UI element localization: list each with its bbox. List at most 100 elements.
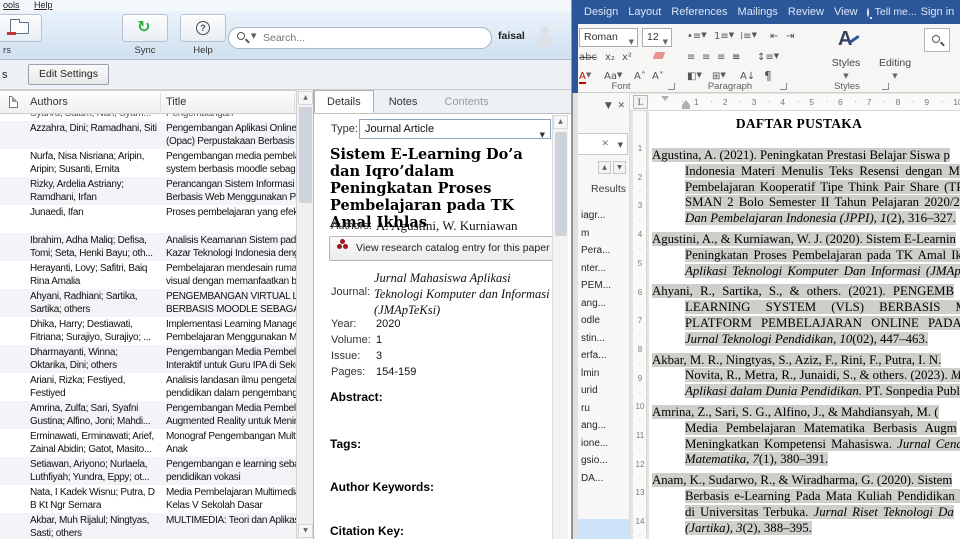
dialog-launcher-icon[interactable] xyxy=(780,83,787,90)
search-input[interactable] xyxy=(263,30,463,46)
ribbon-tab-mailings[interactable]: Mailings xyxy=(733,6,783,18)
reference-list-row[interactable]: Dharmayanti, Winna; Oktarika, Dini; other… xyxy=(0,345,296,373)
reference-list-row[interactable]: Syahru, Salam; Nan, Syam... Pengembangan xyxy=(0,114,296,121)
align-right-icon[interactable]: ≡ xyxy=(717,52,725,63)
sign-in-button[interactable]: Sign in xyxy=(921,6,955,18)
multilevel-list-icon[interactable]: ⁞≡▼ xyxy=(740,31,757,42)
reference-paragraph[interactable]: Akbar, M. R., Ningtyas, S., Aziz, F., Ri… xyxy=(652,352,960,400)
reference-list-row[interactable]: Nata, I Kadek Wisnu; Putra, D B Kt Ngr Se… xyxy=(0,485,296,513)
clear-search-icon[interactable]: ✕ xyxy=(601,138,609,149)
strikethrough-icon[interactable]: abc xyxy=(579,52,597,63)
line-spacing-icon[interactable]: ↕≡▼ xyxy=(757,52,779,63)
nav-result-item[interactable]: iagr... xyxy=(578,207,629,225)
menu-tools[interactable]: ools xyxy=(3,0,20,11)
ribbon-tab-review[interactable]: Review xyxy=(783,6,829,18)
nav-result-item[interactable]: odle xyxy=(578,312,629,330)
reference-list-row[interactable]: Ahyani, Radhiani; Sartika, Sartika; other… xyxy=(0,289,296,317)
scroll-up-icon[interactable]: ▲ xyxy=(553,115,568,129)
nav-result-item[interactable]: gsio... xyxy=(578,452,629,470)
scroll-thumb[interactable] xyxy=(555,132,567,236)
reference-paragraph[interactable]: Amrina, Z., Sari, S. G., Alfino, J., & M… xyxy=(652,404,960,468)
menu-help[interactable]: Help xyxy=(34,0,53,11)
superscript-icon[interactable]: x² xyxy=(622,52,632,63)
reference-list-row[interactable]: Ariani, Rizka; Festiyed, Festiyed Analisis… xyxy=(0,373,296,401)
numbered-list-icon[interactable]: 1≡▼ xyxy=(714,31,734,42)
tab-selector[interactable]: L xyxy=(633,95,648,109)
scroll-thumb[interactable] xyxy=(299,107,312,203)
nav-search-box[interactable]: ✕ ▼ xyxy=(578,133,628,155)
volume-value[interactable]: 1 xyxy=(376,334,382,346)
vertical-ruler[interactable]: 1 · 2 · 3 · 4 · 5 · 6 · 7 · 8 · 9 · 10 · 11 · 12 · 13 · 14 · xyxy=(633,111,647,539)
nav-result-item[interactable]: ione... xyxy=(578,435,629,453)
dialog-launcher-icon[interactable] xyxy=(668,83,675,90)
column-divider[interactable] xyxy=(160,93,161,111)
nav-pane-close-icon[interactable]: ▼ ✕ xyxy=(605,101,625,111)
attachment-column-icon[interactable] xyxy=(9,96,18,108)
nav-result-item[interactable]: DA... xyxy=(578,470,629,488)
reference-paragraph[interactable]: Agustini, A., & Kurniawan, W. J. (2020).… xyxy=(652,231,960,279)
nav-result-item[interactable]: m xyxy=(578,225,629,243)
ribbon-tab-references[interactable]: References xyxy=(666,6,732,18)
reference-paragraph[interactable]: Anam, K., Sudarwo, R., & Wiradharma, G. … xyxy=(652,473,960,536)
edit-settings-button[interactable]: Edit Settings xyxy=(28,64,109,85)
nav-result-item[interactable]: urid xyxy=(578,382,629,400)
nav-result-item[interactable]: stin... xyxy=(578,330,629,348)
type-select[interactable]: Journal Article ▼ xyxy=(359,119,551,139)
search-box[interactable]: ▼ xyxy=(228,27,492,49)
reference-list-row[interactable]: Setiawan, Ariyono; Nurlaela, Luthfiyah; Y… xyxy=(0,457,296,485)
subscript-icon[interactable]: x₂ xyxy=(605,52,615,63)
help-button[interactable]: ? xyxy=(180,14,226,42)
document-heading[interactable]: DAFTAR PUSTAKA xyxy=(649,116,949,132)
next-result-button[interactable]: ▼ xyxy=(613,161,626,174)
clear-formatting-icon[interactable] xyxy=(652,52,666,59)
document-page[interactable]: DAFTAR PUSTAKA Agustina, A. (2021). Peni… xyxy=(649,111,960,539)
reference-list-row[interactable]: Herayanti, Lovy; Safitri, Baiq Rina Amali… xyxy=(0,261,296,289)
sync-button[interactable]: ↻ xyxy=(122,14,168,42)
avatar[interactable] xyxy=(534,24,555,48)
ribbon-tab-layout[interactable]: Layout xyxy=(623,6,666,18)
ribbon-tab-view[interactable]: View xyxy=(829,6,863,18)
details-scrollbar[interactable]: ▲ xyxy=(552,115,568,539)
nav-result-item[interactable]: ang... xyxy=(578,417,629,435)
authors-value[interactable]: A. Agustini, W. Kurniawan xyxy=(376,218,518,234)
list-scrollbar[interactable]: ▲ ▼ xyxy=(296,90,313,539)
reference-paragraph[interactable]: Agustina, A. (2021). Peningkatan Prestas… xyxy=(652,148,960,227)
tab-notes[interactable]: Notes xyxy=(377,91,430,112)
align-left-icon[interactable]: ≡ xyxy=(687,52,695,63)
year-value[interactable]: 2020 xyxy=(376,318,400,330)
align-center-icon[interactable]: ≡ xyxy=(702,52,710,63)
dialog-launcher-icon[interactable] xyxy=(882,83,889,90)
reference-list-row[interactable]: Dhika, Harry; Destiawati, Fitriana; Suraj… xyxy=(0,317,296,345)
column-authors[interactable]: Authors xyxy=(30,96,68,108)
reference-list-row[interactable]: Junaedi, Ifan Proses pembelajaran yang ef… xyxy=(0,205,296,233)
tab-details[interactable]: Details xyxy=(314,90,374,113)
styles-gallery-icon[interactable]: A xyxy=(838,28,860,51)
increase-indent-icon[interactable]: ⇥ xyxy=(786,31,794,42)
reference-paragraph[interactable]: Ahyani, R., Sartika, S., & others. (2021… xyxy=(652,284,960,347)
horizontal-ruler[interactable]: L · 1 · 2 · 3 · 4 · 5 · 6 · 7 · 8 · 9 · 10 xyxy=(630,94,960,111)
decrease-indent-icon[interactable]: ⇤ xyxy=(770,31,778,42)
justify-icon[interactable]: ≡ xyxy=(732,52,740,63)
ribbon-tab-design[interactable]: Design xyxy=(579,6,623,18)
remove-folder-button[interactable] xyxy=(0,14,42,42)
bullet-list-icon[interactable]: •≡▼ xyxy=(687,31,707,42)
username[interactable]: faisal xyxy=(498,30,525,42)
previous-result-button[interactable]: ▲ xyxy=(598,161,611,174)
journal-value[interactable]: Jurnal Mahasiswa Aplikasi Teknologi Komp… xyxy=(374,270,552,318)
reference-list-row[interactable]: Erminawati, Erminawati; Arief, Zainal Abi… xyxy=(0,429,296,457)
find-button[interactable] xyxy=(924,28,950,52)
nav-result-item[interactable]: lmin xyxy=(578,365,629,383)
column-title[interactable]: Title xyxy=(166,96,186,108)
nav-result-item[interactable]: PEM... xyxy=(578,277,629,295)
search-dropdown-icon[interactable]: ▼ xyxy=(251,32,256,40)
chevron-down-icon[interactable]: ▼ xyxy=(618,141,623,149)
reference-list-row[interactable]: Akbar, Muh Rijalul; Ningtyas, Sasti; othe… xyxy=(0,513,296,539)
column-divider[interactable] xyxy=(294,93,295,111)
font-size-combo[interactable]: 12 ▼ xyxy=(642,28,672,47)
nav-selected-result[interactable] xyxy=(578,519,629,539)
scroll-down-icon[interactable]: ▼ xyxy=(298,524,313,538)
reference-list-row[interactable]: Amrina, Zulfa; Sari, Syafni Gustina; Alfi… xyxy=(0,401,296,429)
nav-result-item[interactable]: erfa... xyxy=(578,347,629,365)
nav-result-item[interactable]: ang... xyxy=(578,295,629,313)
catalog-entry-button[interactable]: View research catalog entry for this pap… xyxy=(329,236,553,261)
